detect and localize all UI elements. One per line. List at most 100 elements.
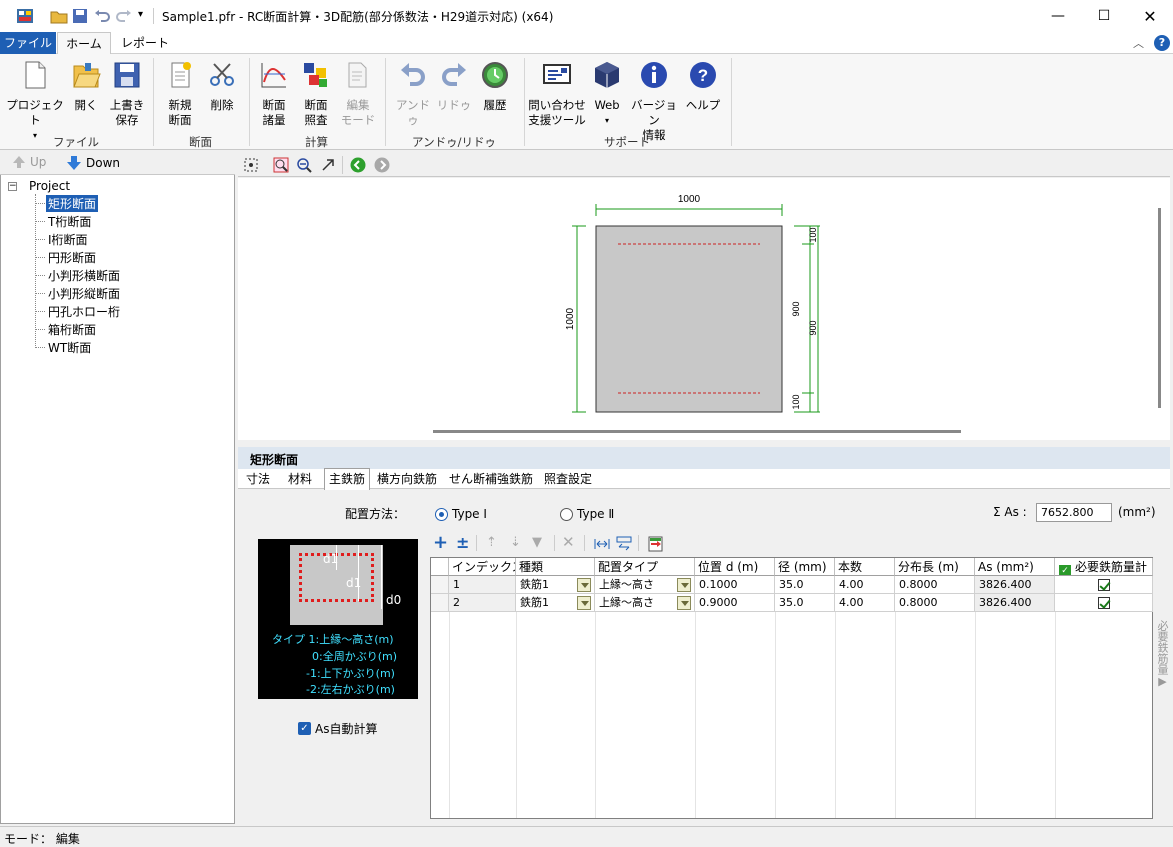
required-checkbox[interactable]: [1097, 579, 1110, 591]
tree-item[interactable]: 箱桁断面: [46, 321, 98, 338]
move-down-icon[interactable]: ⇣: [510, 535, 521, 550]
section-check-button[interactable]: 断面 照査: [296, 60, 336, 128]
redo-icon[interactable]: [115, 7, 133, 25]
tree-item[interactable]: 小判形縦断面: [46, 285, 122, 302]
col-header-count[interactable]: 本数: [835, 558, 895, 576]
tab-file[interactable]: ファイル: [0, 32, 56, 54]
horizontal-scrollbar[interactable]: [433, 430, 961, 433]
undo-icon[interactable]: [93, 7, 111, 25]
tree-item[interactable]: T桁断面: [46, 213, 93, 230]
required-rebar-side-tab[interactable]: 必要鉄筋量▶: [1152, 620, 1170, 710]
dropdown-arrow-icon[interactable]: [677, 578, 691, 592]
new-section-button[interactable]: 新規 断面: [160, 60, 200, 128]
export-icon[interactable]: [648, 536, 664, 552]
add-row-icon[interactable]: +: [433, 533, 448, 553]
zoom-window-icon[interactable]: [273, 157, 289, 173]
required-checkbox[interactable]: [1097, 597, 1110, 609]
auto-width-icon[interactable]: [616, 536, 632, 552]
copy-down-icon[interactable]: ▼: [532, 535, 542, 550]
collapse-ribbon-icon[interactable]: ︿: [1133, 35, 1144, 51]
delete-row-icon[interactable]: ✕: [562, 533, 575, 551]
down-button[interactable]: Down: [66, 155, 120, 171]
tree-item[interactable]: 矩形断面: [46, 195, 99, 212]
customize-quick-access-icon[interactable]: ▾: [138, 9, 143, 20]
col-header-placement-type[interactable]: 配置タイプ: [595, 558, 695, 576]
cell-count[interactable]: 4.00: [835, 576, 895, 594]
row-header[interactable]: [431, 576, 449, 594]
maximize-button[interactable]: ☐: [1081, 0, 1127, 32]
dropdown-arrow-icon[interactable]: [677, 596, 691, 610]
vertical-scrollbar[interactable]: [1158, 208, 1161, 408]
type2-radio[interactable]: Type Ⅱ: [560, 507, 614, 521]
edit-mode-button[interactable]: 編集 モード: [338, 60, 378, 128]
col-header-distribution[interactable]: 分布長 (m): [895, 558, 975, 576]
col-header-index[interactable]: インデックス: [449, 558, 516, 576]
forward-arrow-icon[interactable]: [374, 157, 390, 173]
tab-report[interactable]: レポート: [114, 32, 176, 54]
cell-placement-type[interactable]: 上縁～高さ: [595, 594, 695, 612]
row-header[interactable]: [431, 594, 449, 612]
cell-position[interactable]: 0.1000: [695, 576, 775, 594]
up-button[interactable]: Up: [12, 155, 46, 169]
cell-diameter[interactable]: 35.0: [775, 594, 835, 612]
zoom-out-icon[interactable]: [296, 157, 312, 173]
cell-required[interactable]: [1055, 576, 1153, 594]
tab-main-rebar[interactable]: 主鉄筋: [324, 468, 371, 490]
tab-materials[interactable]: 材料: [284, 469, 316, 489]
delete-button[interactable]: 削除: [202, 60, 242, 113]
open-folder-icon[interactable]: [50, 7, 68, 25]
cell-placement-type[interactable]: 上縁～高さ: [595, 576, 695, 594]
section-drawing-view[interactable]: 1000 1000 100 900 900 100: [238, 178, 1170, 440]
history-button[interactable]: 履歴: [475, 60, 515, 113]
tree-collapse-toggle[interactable]: −: [8, 182, 17, 191]
redo-button[interactable]: リドゥ: [435, 60, 473, 113]
column-width-icon[interactable]: [594, 536, 610, 552]
col-header-required[interactable]: ✓ 必要鉄筋量計: [1055, 558, 1153, 576]
cell-kind[interactable]: 鉄筋1: [516, 576, 595, 594]
type1-radio[interactable]: Type Ⅰ: [435, 507, 487, 521]
col-header-diameter[interactable]: 径 (mm): [775, 558, 835, 576]
back-arrow-icon[interactable]: [350, 157, 366, 173]
tree-item[interactable]: 円孔ホロー桁: [46, 303, 122, 320]
insert-row-icon[interactable]: ±: [456, 533, 469, 553]
expand-arrow-icon[interactable]: [320, 157, 336, 173]
tab-shear-rebar[interactable]: せん断補強鉄筋: [445, 469, 537, 489]
sum-as-field[interactable]: 7652.800: [1036, 503, 1112, 522]
web-button[interactable]: Web ▾: [589, 60, 625, 128]
col-header-position[interactable]: 位置 d (m): [695, 558, 775, 576]
tree-item[interactable]: I桁断面: [46, 231, 90, 248]
tab-transverse-rebar[interactable]: 横方向鉄筋: [373, 469, 441, 489]
cell-position[interactable]: 0.9000: [695, 594, 775, 612]
tree-item[interactable]: 円形断面: [46, 249, 98, 266]
dropdown-arrow-icon[interactable]: [577, 578, 591, 592]
cell-count[interactable]: 4.00: [835, 594, 895, 612]
tab-home[interactable]: ホーム: [57, 32, 111, 55]
tree-item[interactable]: WT断面: [46, 339, 93, 356]
cell-diameter[interactable]: 35.0: [775, 576, 835, 594]
tree-item[interactable]: 小判形横断面: [46, 267, 122, 284]
inquiry-tool-button[interactable]: 問い合わせ 支援ツール: [528, 60, 586, 128]
project-button[interactable]: プロジェクト ▾: [6, 60, 64, 143]
overwrite-save-button[interactable]: 上書き 保存: [107, 60, 147, 128]
minimize-button[interactable]: —: [1035, 0, 1081, 32]
cell-distribution[interactable]: 0.8000: [895, 594, 975, 612]
col-header-as[interactable]: As (mm²): [975, 558, 1055, 576]
save-icon[interactable]: [71, 7, 89, 25]
undo-button[interactable]: アンドゥ: [393, 60, 433, 128]
cell-kind[interactable]: 鉄筋1: [516, 594, 595, 612]
cell-distribution[interactable]: 0.8000: [895, 576, 975, 594]
move-up-icon[interactable]: ⇡: [486, 535, 497, 550]
col-header-kind[interactable]: 種類: [516, 558, 595, 576]
help-icon[interactable]: ?: [1154, 35, 1170, 51]
tab-dimensions[interactable]: 寸法: [242, 469, 274, 489]
version-info-button[interactable]: バージョン 情報: [628, 60, 680, 143]
dropdown-arrow-icon[interactable]: [577, 596, 591, 610]
as-auto-calc-checkbox[interactable]: ✓ As自動計算: [298, 720, 377, 737]
fit-view-icon[interactable]: [243, 157, 259, 173]
section-properties-button[interactable]: 断面 諸量: [254, 60, 294, 128]
open-button[interactable]: 開く: [66, 60, 106, 113]
tree-root-project[interactable]: Project: [29, 179, 70, 193]
close-button[interactable]: ✕: [1127, 0, 1173, 32]
tab-check-settings[interactable]: 照査設定: [540, 469, 596, 489]
cell-required[interactable]: [1055, 594, 1153, 612]
